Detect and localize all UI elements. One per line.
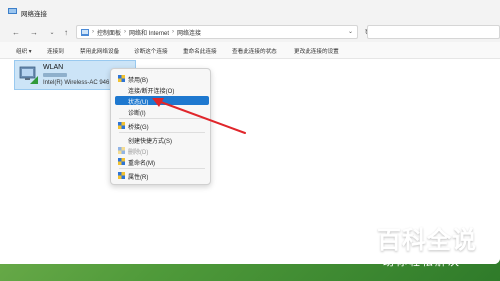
address-bar[interactable]: › 控制面板 › 网络和 Internet › 网络连接 ⌄ xyxy=(76,25,358,39)
menu-item-rename[interactable]: 重命名(M) xyxy=(115,157,209,167)
forward-arrow-icon[interactable]: → xyxy=(28,26,40,38)
watermark-title: 百科全说 xyxy=(377,226,477,254)
disable-device-button[interactable]: 禁用此网络设备 xyxy=(80,47,119,55)
adapter-name: WLAN xyxy=(43,64,64,71)
view-status-button[interactable]: 查看此连接的状态 xyxy=(232,47,277,55)
breadcrumb-control-panel[interactable]: 控制面板 xyxy=(97,28,121,37)
menu-item-connect-disconnect[interactable]: 连接/断开连接(O) xyxy=(115,85,209,95)
breadcrumb-network-internet[interactable]: 网络和 Internet xyxy=(129,28,169,37)
uac-shield-icon xyxy=(118,75,125,82)
window-title: 网络连接 xyxy=(21,11,47,18)
back-arrow-icon[interactable]: ← xyxy=(10,26,22,38)
menu-divider xyxy=(119,168,205,169)
rename-connection-button[interactable]: 重命名此连接 xyxy=(183,47,217,55)
uac-shield-icon xyxy=(118,147,125,154)
navigation-bar: ← → ⌄ ↑ › 控制面板 › 网络和 Internet › 网络连接 ⌄ ↻ xyxy=(0,22,500,42)
menu-item-create-shortcut[interactable]: 创建快捷方式(S) xyxy=(115,135,209,145)
search-input[interactable] xyxy=(367,25,500,39)
organize-menu[interactable]: 组织 ▾ xyxy=(16,47,32,55)
menu-item-properties[interactable]: 属性(R) xyxy=(115,171,209,181)
annotation-arrow-icon xyxy=(152,98,246,134)
address-dropdown-icon[interactable]: ⌄ xyxy=(348,28,353,35)
uac-shield-icon xyxy=(118,122,125,129)
uac-shield-icon xyxy=(118,158,125,165)
breadcrumb-separator: › xyxy=(92,29,94,35)
wireless-adapter-icon xyxy=(19,66,38,84)
change-settings-button[interactable]: 更改此连接的设置 xyxy=(294,47,339,55)
adapter-status-redacted xyxy=(43,73,67,77)
recent-locations-chevron-icon[interactable]: ⌄ xyxy=(46,26,58,38)
connect-to-button[interactable]: 连接到 xyxy=(47,47,64,55)
breadcrumb-separator: › xyxy=(124,29,127,35)
title-bar: 网络连接 xyxy=(0,0,500,22)
control-panel-icon xyxy=(81,28,89,36)
breadcrumb-network-connections[interactable]: 网络连接 xyxy=(177,28,201,37)
watermark-subtitle: 助你轻松解决 xyxy=(383,255,461,268)
network-folder-icon xyxy=(8,8,17,14)
uac-shield-icon xyxy=(118,172,125,179)
menu-item-delete: 删除(D) xyxy=(115,146,209,156)
up-arrow-icon[interactable]: ↑ xyxy=(60,26,72,38)
command-bar: 组织 ▾ 连接到 禁用此网络设备 诊断这个连接 重命名此连接 查看此连接的状态 … xyxy=(0,42,500,59)
breadcrumb-separator: › xyxy=(172,29,175,35)
diagnose-connection-button[interactable]: 诊断这个连接 xyxy=(134,47,168,55)
adapter-device: Intel(R) Wireless-AC 946 xyxy=(43,80,110,86)
menu-item-disable[interactable]: 禁用(B) xyxy=(115,74,209,84)
